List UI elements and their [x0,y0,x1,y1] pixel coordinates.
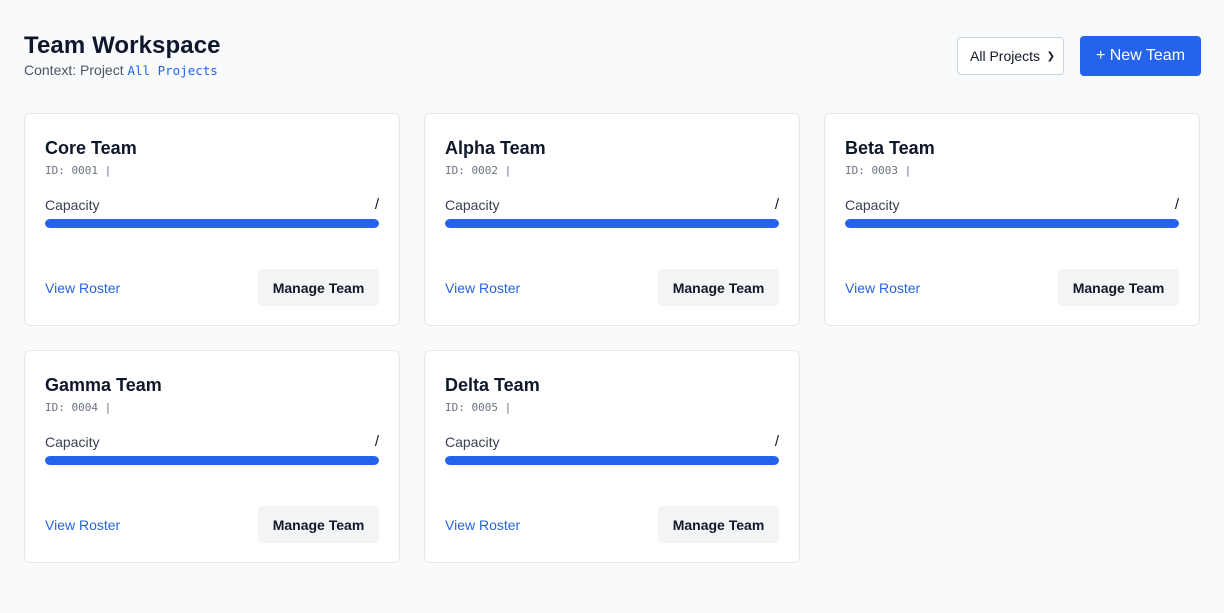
manage-team-button[interactable]: Manage Team [258,506,379,543]
capacity-value: / [374,433,379,450]
manage-team-button[interactable]: Manage Team [1058,269,1179,306]
team-name: Delta Team [445,375,540,395]
capacity-bar [45,219,379,228]
view-roster-link[interactable]: View Roster [445,517,520,533]
title-block: Team Workspace Context: Project All Proj… [24,30,221,80]
team-card: Core Team ID: 0001 | Capacity / View Ros… [24,113,400,326]
team-name: Gamma Team [45,375,162,395]
capacity-value: / [374,196,379,213]
team-name: Alpha Team [445,138,546,158]
team-id: ID: 0004 | [45,401,112,414]
header-actions: All Projects ❯ + New Team [957,36,1201,76]
capacity-bar [445,219,779,228]
capacity-bar-fill [45,219,379,228]
capacity-bar-fill [45,456,379,465]
capacity-bar-fill [445,456,779,465]
page-title: Team Workspace [24,32,221,59]
team-id: ID: 0002 | [445,164,512,177]
capacity-label: Capacity [445,434,500,450]
manage-team-button[interactable]: Manage Team [658,269,779,306]
capacity-label: Capacity [845,197,900,213]
chevron-down-icon: ❯ [1046,50,1055,62]
view-roster-link[interactable]: View Roster [445,280,520,296]
team-card: Beta Team ID: 0003 | Capacity / View Ros… [824,113,1200,326]
team-grid: Core Team ID: 0001 | Capacity / View Ros… [24,113,1200,563]
capacity-value: / [1174,196,1179,213]
capacity-label: Capacity [445,197,500,213]
team-id: ID: 0005 | [445,401,512,414]
capacity-label: Capacity [45,434,100,450]
capacity-bar [45,456,379,465]
team-name: Beta Team [845,138,935,158]
team-card: Gamma Team ID: 0004 | Capacity / View Ro… [24,350,400,563]
project-filter-select[interactable]: All Projects ❯ [957,37,1064,75]
capacity-bar [845,219,1179,228]
capacity-value: / [774,196,779,213]
new-team-button[interactable]: + New Team [1080,36,1201,76]
view-roster-link[interactable]: View Roster [45,517,120,533]
capacity-bar-fill [445,219,779,228]
team-id: ID: 0003 | [845,164,912,177]
team-id: ID: 0001 | [45,164,112,177]
view-roster-link[interactable]: View Roster [845,280,920,296]
page-header: Team Workspace Context: Project All Proj… [24,30,1201,90]
manage-team-button[interactable]: Manage Team [258,269,379,306]
capacity-value: / [774,433,779,450]
capacity-label: Capacity [45,197,100,213]
team-name: Core Team [45,138,137,158]
team-card: Alpha Team ID: 0002 | Capacity / View Ro… [424,113,800,326]
project-filter-value: All Projects [970,48,1041,64]
team-card: Delta Team ID: 0005 | Capacity / View Ro… [424,350,800,563]
context-line: Context: Project All Projects [24,61,221,80]
capacity-bar-fill [845,219,1179,228]
context-value: All Projects [127,63,218,78]
context-prefix: Context: Project [24,62,124,78]
manage-team-button[interactable]: Manage Team [658,506,779,543]
capacity-bar [445,456,779,465]
view-roster-link[interactable]: View Roster [45,280,120,296]
